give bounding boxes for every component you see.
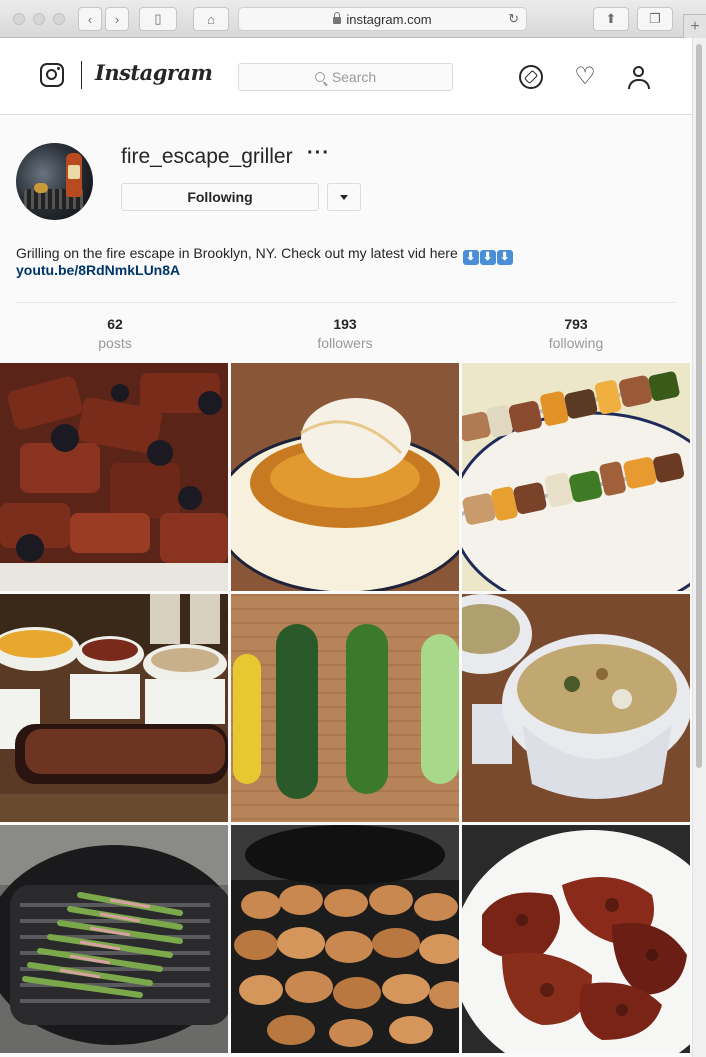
home-button[interactable]: ⌂ bbox=[193, 7, 229, 31]
close-window-button[interactable] bbox=[13, 13, 25, 25]
post-thumbnail[interactable] bbox=[231, 594, 459, 822]
more-options-icon[interactable]: ··· bbox=[307, 142, 330, 165]
post-thumbnail[interactable] bbox=[462, 825, 690, 1053]
stat-label: posts bbox=[98, 335, 132, 351]
post-thumbnail[interactable] bbox=[231, 825, 459, 1053]
down-arrow-emoji: ⬇ bbox=[479, 250, 496, 265]
suggestions-dropdown-button[interactable] bbox=[327, 183, 361, 211]
stat-value: 62 bbox=[107, 316, 123, 332]
stat-posts[interactable]: 62 posts bbox=[55, 316, 175, 351]
instagram-wordmark[interactable]: Instagram bbox=[95, 60, 213, 85]
post-thumbnail[interactable] bbox=[0, 594, 228, 822]
post-thumbnail[interactable] bbox=[231, 363, 459, 591]
stat-label: following bbox=[548, 335, 604, 351]
sidebar-button[interactable]: ▯ bbox=[139, 7, 177, 31]
stat-label: followers bbox=[317, 335, 373, 351]
address-bar[interactable]: instagram.com ↻ bbox=[238, 7, 527, 31]
bio-text: Grilling on the fire escape in Brooklyn,… bbox=[16, 245, 458, 261]
caret-down-icon bbox=[340, 194, 348, 200]
post-thumbnail[interactable] bbox=[462, 594, 690, 822]
instagram-camera-icon[interactable] bbox=[40, 63, 64, 87]
stat-value: 793 bbox=[564, 316, 588, 332]
back-button[interactable]: ‹ bbox=[78, 7, 102, 31]
reload-icon[interactable]: ↻ bbox=[508, 11, 519, 27]
following-button[interactable]: Following bbox=[121, 183, 319, 211]
post-thumbnail[interactable] bbox=[0, 363, 228, 591]
tabs-icon: ❐ bbox=[649, 11, 661, 26]
down-arrow-emoji: ⬇ bbox=[462, 250, 479, 265]
plus-icon: + bbox=[690, 17, 700, 35]
user-icon[interactable] bbox=[627, 65, 651, 89]
bio-link[interactable]: youtu.be/8RdNmkLUn8A bbox=[16, 262, 180, 278]
minimize-window-button[interactable] bbox=[33, 13, 45, 25]
avatar[interactable] bbox=[16, 143, 93, 220]
compass-icon[interactable] bbox=[519, 65, 543, 89]
profile-username: fire_escape_griller bbox=[121, 145, 293, 168]
forward-button[interactable]: › bbox=[105, 7, 129, 31]
stat-following[interactable]: 793 following bbox=[516, 316, 636, 351]
stat-followers[interactable]: 193 followers bbox=[285, 316, 405, 351]
share-button[interactable]: ⬆ bbox=[593, 7, 629, 31]
chevron-left-icon: ‹ bbox=[87, 11, 93, 27]
search-input[interactable]: Search bbox=[238, 63, 453, 91]
scrollbar-thumb[interactable] bbox=[696, 44, 702, 768]
share-icon: ⬆ bbox=[605, 11, 617, 26]
logo-divider bbox=[81, 61, 82, 89]
stats-divider bbox=[16, 302, 676, 303]
instagram-header: Instagram Search ♡ bbox=[0, 38, 692, 115]
down-arrow-emoji: ⬇ bbox=[496, 250, 513, 265]
post-thumbnail[interactable] bbox=[0, 825, 228, 1053]
chevron-right-icon: › bbox=[114, 11, 120, 27]
home-icon: ⌂ bbox=[207, 11, 215, 27]
url-text: instagram.com bbox=[346, 11, 432, 27]
sidebar-icon: ▯ bbox=[154, 11, 162, 26]
search-icon bbox=[314, 72, 325, 82]
stat-value: 193 bbox=[333, 316, 357, 332]
new-tab-button[interactable]: + bbox=[683, 14, 706, 38]
browser-toolbar: ‹ › ▯ ⌂ instagram.com ↻ ⬆ ❐ + bbox=[0, 0, 706, 38]
post-thumbnail[interactable] bbox=[462, 363, 690, 591]
heart-icon[interactable]: ♡ bbox=[573, 65, 597, 89]
zoom-window-button[interactable] bbox=[53, 13, 65, 25]
lock-icon bbox=[333, 11, 342, 24]
tabs-button[interactable]: ❐ bbox=[637, 7, 673, 31]
search-placeholder: Search bbox=[331, 69, 377, 85]
